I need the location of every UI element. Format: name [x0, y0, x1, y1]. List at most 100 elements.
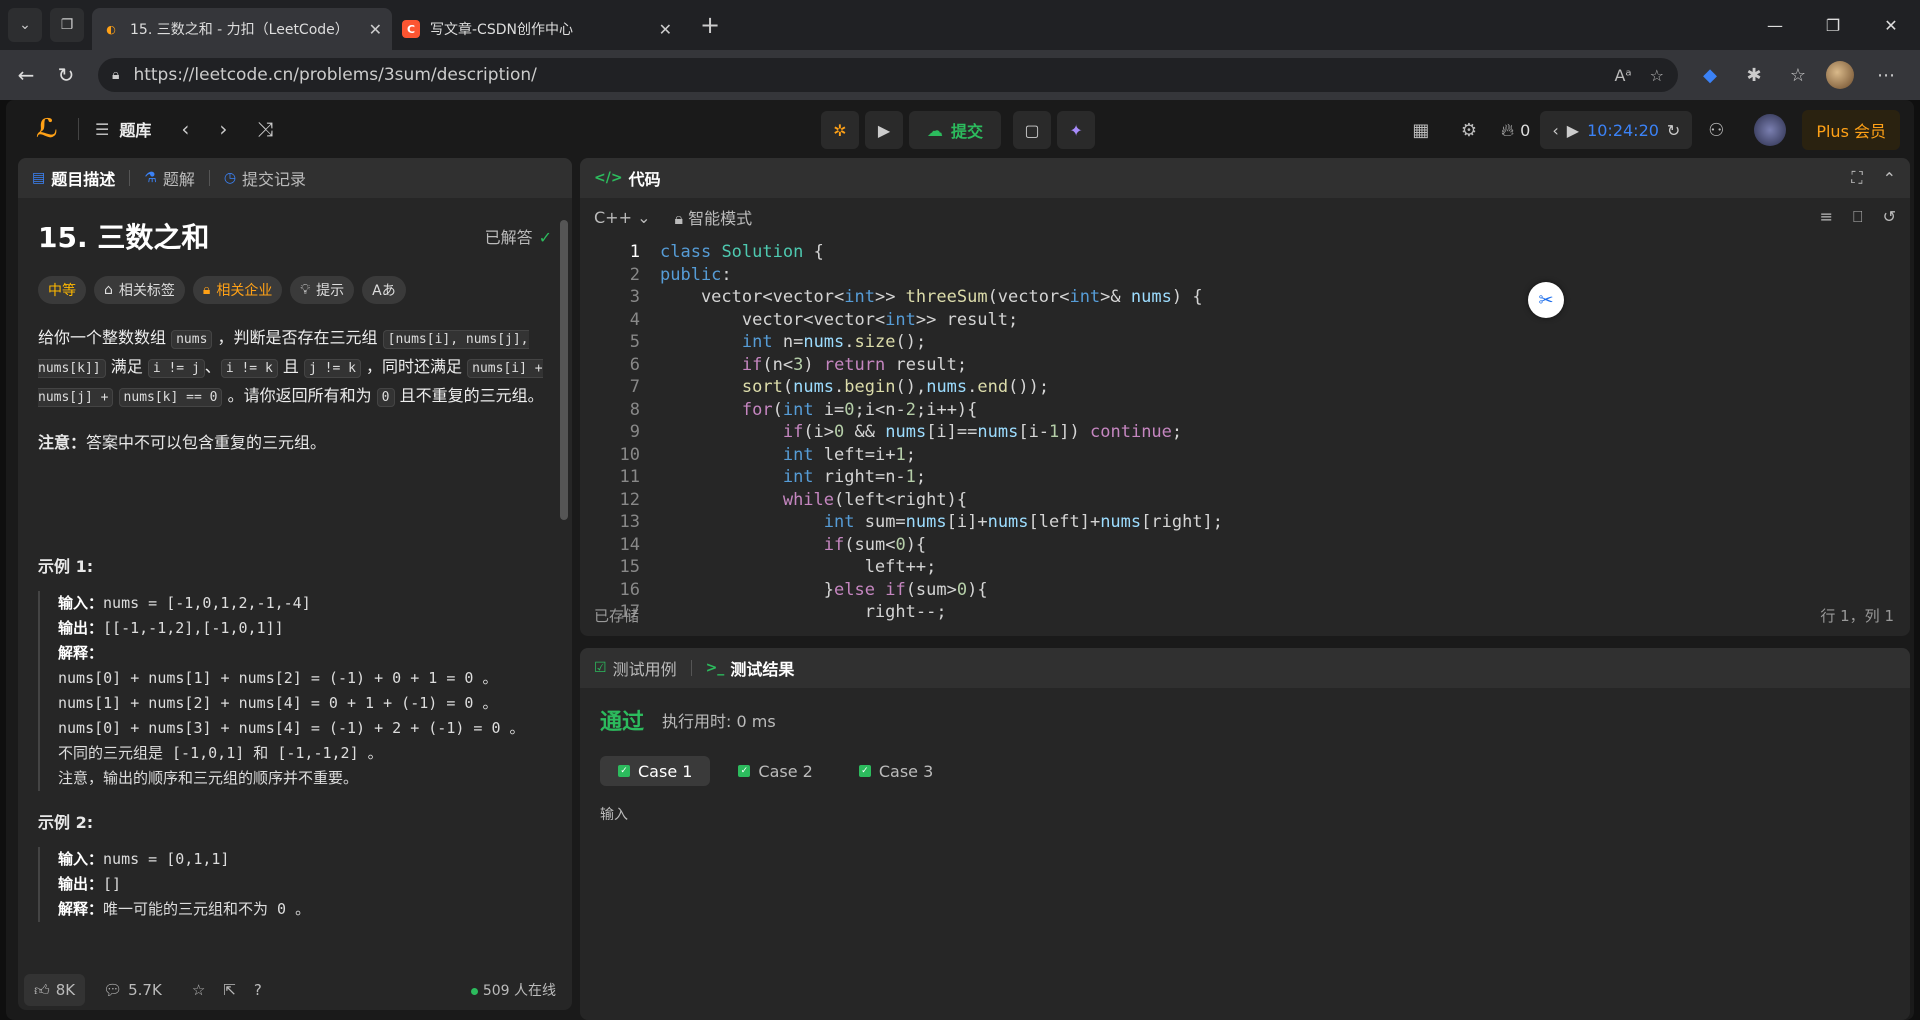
run-button[interactable]: ▶ — [865, 111, 903, 149]
case-label: Case 1 — [638, 761, 693, 781]
more-menu-icon[interactable]: ⋯ — [1874, 65, 1898, 86]
desc-scrollbar[interactable] — [560, 210, 568, 810]
undo-icon[interactable]: ↺ — [1883, 207, 1896, 227]
checkbox-icon: ☑ — [594, 660, 607, 676]
tag-label: 相关企业 — [216, 283, 273, 299]
reload-icon[interactable]: ↻ — [46, 63, 86, 87]
problem-title[interactable]: 15. 三数之和 — [38, 216, 209, 256]
lock-icon: 🔒︎ — [112, 67, 120, 83]
tag-row: 中等 ⌂ 相关标签 🔒︎ 相关企业 💡︎ 提示 Aあ — [38, 276, 552, 304]
prev-problem-icon[interactable]: ‹ — [181, 117, 189, 141]
submit-button[interactable]: ☁ 提交 — [909, 111, 1002, 149]
case-3-tab[interactable]: ✓ Case 3 — [841, 756, 951, 786]
puzzle-icon[interactable]: ✱ — [1742, 65, 1766, 86]
tab-label: 题解 — [162, 170, 195, 189]
maximize-icon[interactable]: ❐ — [1804, 0, 1862, 50]
inline-code: 0 — [376, 388, 395, 407]
line-number: 5 — [629, 332, 640, 352]
favorite-star-icon[interactable]: ☆ — [1650, 66, 1664, 85]
code-tab[interactable]: </> 代码 — [594, 166, 661, 190]
scroll-thumb[interactable] — [560, 220, 568, 520]
url-input[interactable]: 🔒︎ https://leetcode.cn/problems/3sum/des… — [98, 58, 1678, 92]
example-1-block: 输入：nums = [-1,0,1,2,-1,-4] 输出：[[-1,-1,2]… — [38, 591, 552, 791]
tab-actions-button[interactable]: ⌄ — [8, 8, 42, 42]
minimize-icon[interactable]: — — [1746, 0, 1804, 50]
debug-button[interactable]: ✲ — [821, 111, 859, 149]
hint-button[interactable]: 💡︎ 提示 — [290, 276, 355, 304]
test-result-body: 通过 执行用时: 0 ms ✓ Case 1 ✓ Case 2 ✓ Case 3 输入 — [580, 688, 1910, 840]
close-window-icon[interactable]: ✕ — [1862, 0, 1920, 50]
favorites-icon[interactable]: ☆ — [1786, 65, 1810, 86]
reset-icon[interactable]: ↻ — [1667, 121, 1680, 140]
add-friend-icon[interactable]: ⚇ — [1692, 120, 1740, 141]
fullscreen-icon[interactable]: ⛶ — [1851, 168, 1862, 188]
notes-button[interactable]: ▢ — [1013, 111, 1052, 149]
text: 。请你返回所有和为 — [227, 386, 372, 405]
user-avatar[interactable] — [1754, 114, 1787, 146]
format-icon[interactable]: ≡ — [1820, 207, 1833, 227]
timer-value: 10:24:20 — [1587, 120, 1659, 140]
next-problem-icon[interactable]: › — [219, 117, 227, 141]
tab-test-result[interactable]: >_ 测试结果 — [706, 656, 795, 680]
description-body: 15. 三数之和 已解答 ✓ 中等 ⌂ 相关标签 🔒︎ 相关企业 💡︎ 提示 Aあ 给你… — [18, 198, 572, 970]
close-tab-icon[interactable]: ✕ — [369, 20, 382, 39]
problem-title-row: 15. 三数之和 已解答 ✓ — [38, 216, 552, 256]
read-aloud-icon[interactable]: Aᵃ — [1614, 66, 1631, 85]
explanation-line: nums[0] + nums[3] + nums[4] = (-1) + 2 +… — [58, 719, 525, 737]
code-header: </> 代码 ⛶ ⌃ — [580, 158, 1910, 198]
test-tabs: ☑ 测试用例 >_ 测试结果 — [580, 648, 1910, 688]
gear-icon[interactable]: ⚙ — [1445, 120, 1493, 141]
leetcode-logo-icon[interactable]: ℒ — [32, 114, 62, 144]
smart-mode-toggle[interactable]: 🔒︎ 智能模式 — [674, 205, 752, 229]
list-icon: ☰ — [95, 119, 110, 139]
code-line: while(left<right){ — [782, 489, 968, 510]
chevron-left-icon[interactable]: ‹ — [1552, 121, 1558, 140]
plus-member-button[interactable]: Plus 会员 — [1802, 110, 1900, 150]
tab-description[interactable]: ▤ 题目描述 — [32, 166, 115, 190]
new-tab-icon[interactable]: + — [700, 11, 720, 39]
back-icon[interactable]: ← — [6, 63, 46, 87]
collapse-icon[interactable]: ⌃ — [1883, 169, 1896, 188]
label: 输入： — [58, 594, 104, 612]
browser-tab-csdn[interactable]: C 写文章-CSDN创作中心 ✕ — [392, 8, 682, 50]
label: 解释： — [58, 644, 104, 662]
extension-icon[interactable]: ◆ — [1698, 65, 1722, 86]
like-button[interactable]: 👍︎ 8K — [24, 974, 86, 1006]
close-tab-icon[interactable]: ✕ — [659, 20, 672, 39]
related-tags-button[interactable]: ⌂ 相关标签 — [94, 276, 185, 304]
browser-tab-leetcode[interactable]: ◐ 15. 三数之和 - 力扣（LeetCode） ✕ — [92, 8, 392, 50]
star-icon[interactable]: ☆ — [192, 981, 205, 999]
help-icon[interactable]: ? — [254, 981, 262, 999]
scissors-icon[interactable]: ✂ — [1528, 282, 1564, 318]
share-icon[interactable]: ⇱ — [223, 981, 236, 999]
play-icon[interactable]: ▶ — [1567, 121, 1579, 140]
leetcode-favicon-icon: ◐ — [106, 22, 116, 36]
browser-profile-avatar[interactable] — [1826, 61, 1854, 89]
divider — [208, 170, 210, 186]
problem-list-label: 题库 — [119, 121, 152, 140]
code-line: if(n<3) return result; — [741, 354, 968, 375]
bookmark-icon[interactable]: ⎕ — [1853, 207, 1863, 227]
workspaces-button[interactable]: ❐ — [50, 8, 84, 42]
case-2-tab[interactable]: ✓ Case 2 — [720, 756, 830, 786]
flask-icon: ⚗ — [144, 170, 157, 186]
ai-assist-button[interactable]: ✦ — [1057, 111, 1096, 149]
related-companies-button[interactable]: 🔒︎ 相关企业 — [192, 276, 283, 304]
explanation-line: 注意，输出的顺序和三元组的顺序并不重要。 — [58, 769, 359, 787]
tab-submissions[interactable]: ◷ 提交记录 — [224, 166, 306, 190]
case-1-tab[interactable]: ✓ Case 1 — [600, 756, 711, 786]
explanation-line: nums[1] + nums[2] + nums[4] = 0 + 1 + (-… — [58, 694, 498, 712]
tab-solutions[interactable]: ⚗ 题解 — [144, 166, 195, 190]
random-problem-icon[interactable]: ⤨ — [257, 117, 273, 141]
language-select[interactable]: C++ ⌄ — [594, 208, 650, 227]
streak-flame-icon[interactable]: 🔥︎ — [1501, 120, 1514, 141]
inline-code: j != k — [303, 359, 361, 378]
problem-list-button[interactable]: ☰ 题库 — [95, 117, 151, 141]
tab-testcases[interactable]: ☑ 测试用例 — [594, 656, 677, 680]
comments-button[interactable]: 💬︎ 5.7K — [103, 981, 162, 999]
translate-button[interactable]: Aあ — [362, 276, 406, 304]
timer[interactable]: ‹ ▶ 10:24:20 ↻ — [1540, 111, 1693, 149]
code-editor[interactable]: 1 class Solution {2 public: 3 vector<vector… — [580, 238, 1890, 630]
divider — [129, 170, 131, 186]
layout-icon[interactable]: ▦ — [1397, 120, 1445, 141]
